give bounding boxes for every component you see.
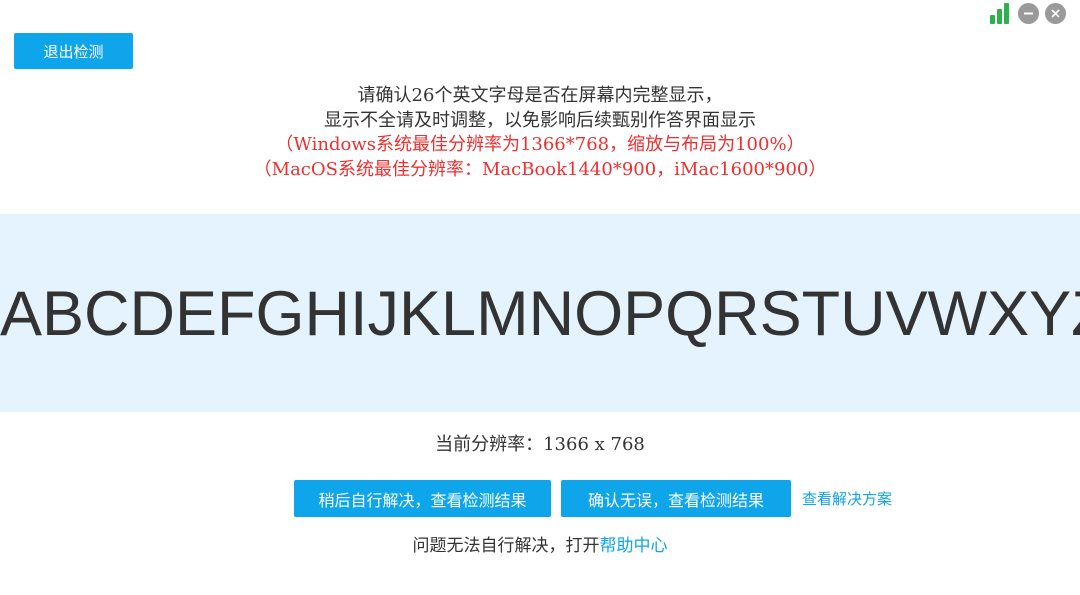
windows-resolution-note: （Windows系统最佳分辨率为1366*768，缩放与布局为100%） <box>275 134 805 155</box>
help-center-link[interactable]: 帮助中心 <box>600 536 668 556</box>
close-icon[interactable] <box>1045 3 1066 24</box>
help-line: 问题无法自行解决，打开帮助中心 <box>0 531 1080 556</box>
alphabet-display-panel: ABCDEFGHIJKLMNOPQRSTUVWXYZ <box>0 214 1080 412</box>
resolution-value: 1366 x 768 <box>543 434 645 455</box>
macos-resolution-note: （MacOS系统最佳分辨率：MacBook1440*900，iMac1600*9… <box>253 158 827 180</box>
current-resolution: 当前分辨率：1366 x 768 <box>0 430 1080 456</box>
confirm-button[interactable]: 确认无误，查看检测结果 <box>561 480 791 517</box>
notice-line-2: 显示不全请及时调整，以免影响后续甄别作答界面显示 <box>324 109 756 131</box>
alphabet-letters: ABCDEFGHIJKLMNOPQRSTUVWXYZ <box>0 279 1080 349</box>
resolution-label: 当前分辨率： <box>435 434 544 455</box>
resolve-later-button[interactable]: 稍后自行解决，查看检测结果 <box>294 480 551 517</box>
instruction-notice: 请确认26个英文字母是否在屏幕内完整显示， 显示不全请及时调整，以免影响后续甄别… <box>0 84 1080 182</box>
exit-detection-button[interactable]: 退出检测 <box>14 33 133 69</box>
view-solution-link[interactable]: 查看解决方案 <box>802 488 892 509</box>
help-prefix: 问题无法自行解决，打开 <box>412 536 600 556</box>
minimize-icon[interactable] <box>1018 3 1039 24</box>
window-controls <box>990 3 1066 24</box>
signal-strength-icon <box>990 3 1012 24</box>
notice-line-1: 请确认26个英文字母是否在屏幕内完整显示， <box>357 85 723 106</box>
